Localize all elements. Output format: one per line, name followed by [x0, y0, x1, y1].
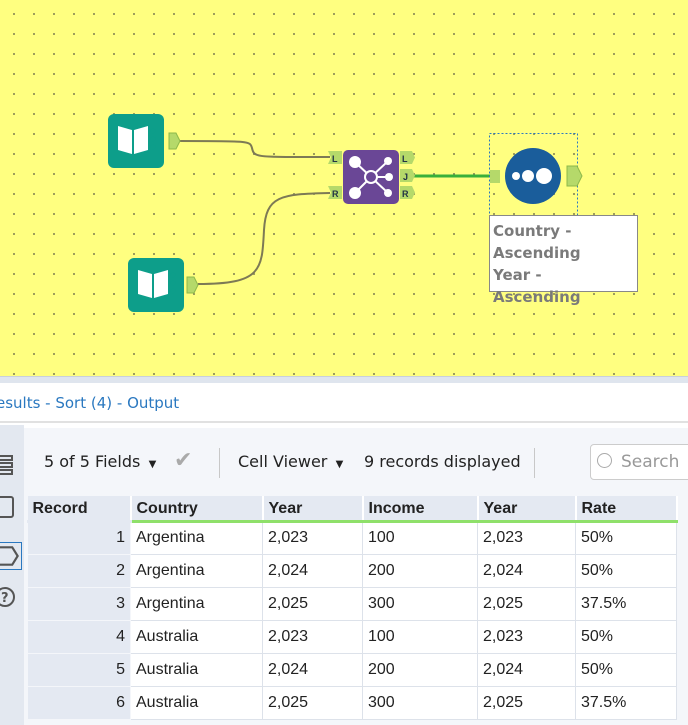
list-view-icon[interactable]	[0, 453, 18, 477]
table-cell[interactable]: 50%	[575, 520, 677, 555]
table-row[interactable]: 1 Argentina 2,023 100 2,023 50%	[27, 520, 677, 555]
column-header[interactable]: Year	[262, 496, 364, 523]
table-cell[interactable]: 2,024	[262, 553, 363, 588]
table-cell[interactable]: 2,025	[262, 685, 363, 720]
column-header[interactable]: Record	[27, 496, 132, 523]
svg-text:L: L	[332, 154, 338, 164]
table-cell[interactable]: 300	[362, 586, 478, 621]
table-cell[interactable]: 200	[362, 652, 478, 687]
table-cell[interactable]: Argentina	[130, 586, 263, 621]
svg-text:R: R	[402, 189, 409, 199]
table-cell[interactable]: 2,023	[262, 619, 363, 654]
table-cell[interactable]: 6	[27, 685, 131, 720]
column-header[interactable]: Income	[362, 496, 479, 523]
connection-input1-join	[179, 140, 331, 159]
table-cell[interactable]: Australia	[130, 685, 263, 720]
chevron-down-icon: ▼	[332, 459, 344, 470]
table-cell[interactable]: 5	[27, 652, 131, 687]
table-cell[interactable]: 2,024	[477, 652, 576, 687]
table-cell[interactable]: 2,024	[262, 652, 363, 687]
annotation-line: Year - Ascending	[493, 266, 581, 306]
table-cell[interactable]: 200	[362, 553, 478, 588]
sort-tool[interactable]	[489, 133, 583, 216]
search-placeholder: Search	[621, 452, 680, 472]
table-row[interactable]: 4 Australia 2,023 100 2,023 50%	[27, 619, 677, 654]
column-header[interactable]: Year	[477, 496, 577, 523]
workflow-diagram: L R L J R	[108, 114, 583, 312]
table-row[interactable]: 2 Argentina 2,024 200 2,024 50%	[27, 553, 677, 588]
tag-icon[interactable]	[0, 542, 22, 570]
table-cell[interactable]: 300	[362, 685, 478, 720]
cell-viewer-dropdown[interactable]: Cell Viewer ▼	[238, 452, 343, 471]
sort-annotation: Country - Ascending Year - Ascending	[489, 215, 638, 306]
panel-splitter[interactable]	[0, 376, 688, 383]
input-tool-1[interactable]	[108, 114, 181, 168]
table-cell[interactable]: 2	[27, 553, 131, 588]
annotation-line: Ascending	[493, 244, 581, 262]
search-icon	[597, 453, 612, 468]
results-side-toolbar: ?	[0, 425, 24, 725]
records-count: 9 records displayed	[364, 452, 521, 471]
search-input[interactable]: Search	[590, 444, 688, 480]
window-icon[interactable]	[0, 495, 18, 519]
table-cell[interactable]: 2,025	[262, 586, 363, 621]
results-panel: 5 of 5 Fields ▼ ✔ Cell Viewer ▼ 9 record…	[24, 428, 688, 725]
connection-input2-join	[197, 192, 331, 285]
table-cell[interactable]: Argentina	[130, 553, 263, 588]
table-cell[interactable]: 100	[362, 619, 478, 654]
table-cell[interactable]: 2,023	[477, 520, 576, 555]
column-header[interactable]: Country	[130, 496, 264, 523]
viewer-label: Cell Viewer	[238, 452, 328, 471]
results-title: esults - Sort (4) - Output	[0, 394, 180, 412]
svg-text:L: L	[402, 154, 408, 164]
svg-text:?: ?	[1, 591, 9, 606]
results-title-bar: esults - Sort (4) - Output	[0, 383, 688, 423]
table-cell[interactable]: 2,025	[477, 586, 576, 621]
table-cell[interactable]: 37.5%	[575, 586, 677, 621]
table-cell[interactable]: 2,023	[477, 619, 576, 654]
table-header-row: Record Country Year Income Year Rate	[27, 496, 678, 523]
table-row[interactable]: 3 Argentina 2,025 300 2,025 37.5%	[27, 586, 677, 621]
table-cell[interactable]: 2,023	[262, 520, 363, 555]
help-icon[interactable]: ?	[0, 585, 18, 609]
table-cell[interactable]: 3	[27, 586, 131, 621]
chevron-down-icon: ▼	[145, 459, 157, 470]
divider	[219, 448, 220, 478]
table-cell[interactable]: 4	[27, 619, 131, 654]
table-cell[interactable]: 1	[27, 520, 131, 555]
table-cell[interactable]: Argentina	[130, 520, 263, 555]
fields-label: 5 of 5 Fields	[44, 452, 141, 471]
join-tool[interactable]: L R L J R	[328, 150, 415, 204]
table-cell[interactable]: 50%	[575, 652, 677, 687]
svg-text:J: J	[403, 172, 408, 182]
results-toolbar: 5 of 5 Fields ▼ ✔ Cell Viewer ▼ 9 record…	[24, 428, 688, 496]
fields-dropdown[interactable]: 5 of 5 Fields ▼	[44, 452, 156, 471]
table-cell[interactable]: 100	[362, 520, 478, 555]
divider	[534, 448, 535, 478]
results-table: Record Country Year Income Year Rate 1 Ar…	[27, 496, 678, 720]
table-cell[interactable]: 50%	[575, 553, 677, 588]
table-cell[interactable]: Australia	[130, 619, 263, 654]
workflow-canvas[interactable]: L R L J R Country - Ascending Year - Asc…	[0, 0, 688, 376]
table-row[interactable]: 5 Australia 2,024 200 2,024 50%	[27, 652, 677, 687]
table-cell[interactable]: Australia	[130, 652, 263, 687]
table-cell[interactable]: 50%	[575, 619, 677, 654]
apply-check-icon[interactable]: ✔	[174, 448, 192, 473]
annotation-line: Country -	[493, 222, 572, 240]
column-header[interactable]: Rate	[575, 496, 678, 523]
input-tool-2[interactable]	[128, 258, 199, 312]
table-row[interactable]: 6 Australia 2,025 300 2,025 37.5%	[27, 685, 677, 720]
table-cell[interactable]: 37.5%	[575, 685, 677, 720]
table-cell[interactable]: 2,024	[477, 553, 576, 588]
table-cell[interactable]: 2,025	[477, 685, 576, 720]
svg-text:R: R	[332, 189, 339, 199]
